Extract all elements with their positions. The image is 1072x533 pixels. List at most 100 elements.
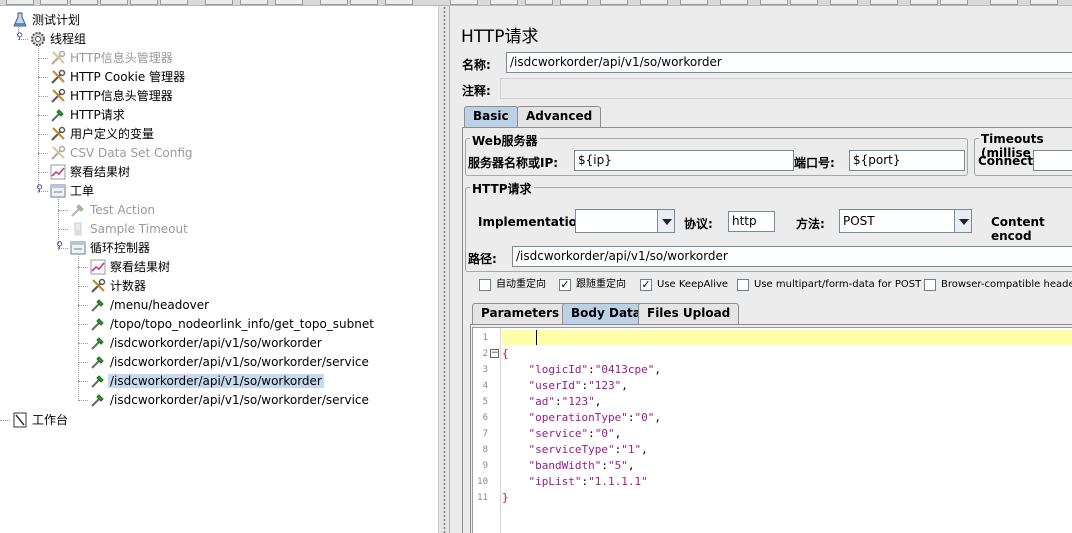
wrench-icon <box>50 69 66 85</box>
toolbar-button[interactable] <box>940 0 968 5</box>
subtab-parameters[interactable]: Parameters <box>472 303 569 324</box>
tree-node[interactable]: /isdcworkorder/api/v1/so/workorder <box>90 372 324 390</box>
content-encoding-label: Content encod <box>991 215 1045 243</box>
toolbar-button[interactable] <box>275 0 303 5</box>
tree-connector-line <box>78 400 88 401</box>
line-number: 6 <box>482 413 488 423</box>
tree-node-label: 计数器 <box>110 279 147 293</box>
toolbar-button[interactable] <box>240 0 268 5</box>
tree-expand-toggle-icon[interactable]: ⚲ <box>35 185 44 195</box>
port-field[interactable]: ${port} <box>849 150 965 171</box>
tree-node-label: CSV Data Set Config <box>70 146 193 160</box>
tree-node[interactable]: /isdcworkorder/api/v1/so/workorder/servi… <box>90 353 371 371</box>
toolbar-button[interactable] <box>1030 0 1058 5</box>
checkbox-box[interactable] <box>737 279 749 291</box>
toolbar-button[interactable] <box>205 0 233 5</box>
method-dropdown[interactable]: POST <box>839 209 972 233</box>
line-number: 2 <box>482 349 488 359</box>
tree-node-label: HTTP信息头管理器 <box>70 89 173 103</box>
tab-basic[interactable]: Basic <box>464 106 518 127</box>
tree-node[interactable]: 循环控制器 <box>70 239 152 257</box>
toolbar-button[interactable] <box>990 0 1018 5</box>
tree-node-label: HTTP Cookie 管理器 <box>70 70 186 84</box>
tree-expand-toggle-icon[interactable]: ⚲ <box>15 33 24 43</box>
toolbar-button[interactable] <box>910 0 938 5</box>
folder-icon <box>50 183 66 199</box>
toolbar-button[interactable] <box>870 0 898 5</box>
body-data-editor[interactable]: 1 2 3 4 5 6 7 8 9 10 11 − { "logicId":"0413cpe", "u… <box>472 327 1072 533</box>
protocol-field[interactable]: http <box>728 211 775 232</box>
tree-node[interactable]: /isdcworkorder/api/v1/so/workorder/servi… <box>90 391 371 409</box>
toolbar-button[interactable] <box>40 0 68 5</box>
toolbar-button[interactable] <box>130 0 158 5</box>
fold-toggle-icon[interactable]: − <box>490 349 499 358</box>
tree-node[interactable]: HTTP信息头管理器 <box>50 49 175 67</box>
tree-node[interactable]: 察看结果树 <box>50 163 132 181</box>
toolbar-button[interactable] <box>790 0 818 5</box>
tree-node[interactable]: /topo/topo_nodeorlink_info/get_topo_subn… <box>90 315 376 333</box>
toolbar-button[interactable] <box>490 0 518 5</box>
toolbar-button[interactable] <box>70 0 98 5</box>
toolbar-button[interactable] <box>385 0 413 5</box>
tree-node[interactable]: 线程组 <box>30 30 88 48</box>
tree-node[interactable]: HTTP Cookie 管理器 <box>50 68 187 86</box>
toolbar-button[interactable] <box>6 0 34 5</box>
implementation-dropdown[interactable] <box>575 209 675 233</box>
toolbar-button[interactable] <box>525 0 553 5</box>
checkbox-box[interactable] <box>479 279 491 291</box>
toolbar-button[interactable] <box>830 0 858 5</box>
subtab-body-data[interactable]: Body Data <box>562 303 650 324</box>
code-line: } <box>502 491 509 504</box>
tree-node[interactable]: /isdcworkorder/api/v1/so/workorder <box>90 334 324 352</box>
tree-node-label: 察看结果树 <box>70 165 131 179</box>
chevron-down-icon <box>954 210 971 232</box>
tree-node[interactable]: 测试计划 <box>12 11 82 29</box>
tree-node-workbench[interactable]: 工作台 <box>12 411 70 429</box>
tree-node[interactable]: Sample Timeout <box>70 220 190 238</box>
protocol-label: 协议: <box>684 217 713 231</box>
server-field[interactable]: ${ip} <box>574 150 794 171</box>
toolbar-button[interactable] <box>100 0 128 5</box>
toolbar-button[interactable] <box>160 0 188 5</box>
toolbar-button[interactable] <box>680 0 708 5</box>
tree-node[interactable]: HTTP信息头管理器 <box>50 87 175 105</box>
tree-node[interactable]: CSV Data Set Config <box>50 144 195 162</box>
toolbar-button[interactable] <box>450 0 478 5</box>
connect-label: Connect: <box>978 154 1038 168</box>
toolbar-button[interactable] <box>350 0 378 5</box>
pane-splitter[interactable] <box>438 6 450 533</box>
tree-node[interactable]: HTTP请求 <box>50 106 127 124</box>
toolbar-button[interactable] <box>560 0 588 5</box>
wrench-icon <box>50 88 66 104</box>
checkmark-icon[interactable]: ✓ <box>640 279 652 291</box>
subtab-files-upload[interactable]: Files Upload <box>638 303 740 324</box>
tree-node[interactable]: 计数器 <box>90 277 148 295</box>
comment-field[interactable] <box>500 78 1072 99</box>
path-field[interactable]: /isdcworkorder/api/v1/so/workorder <box>512 246 1072 267</box>
option-label: Use KeepAlive <box>657 279 729 290</box>
pipette-icon <box>90 392 106 408</box>
tab-advanced[interactable]: Advanced <box>517 106 602 127</box>
tree-node[interactable]: 察看结果树 <box>90 258 172 276</box>
tree-node[interactable]: /menu/headover <box>90 296 211 314</box>
toolbar-button[interactable] <box>720 0 748 5</box>
connect-field[interactable] <box>1033 150 1072 171</box>
tree-node[interactable]: 用户定义的变量 <box>50 125 156 143</box>
tree-node-label: /menu/headover <box>110 298 210 312</box>
toolbar-button[interactable] <box>760 0 788 5</box>
toolbar-button[interactable] <box>600 0 628 5</box>
tree-connector-line <box>78 305 88 306</box>
checkbox-box[interactable] <box>924 279 936 291</box>
checkmark-icon[interactable]: ✓ <box>559 279 571 291</box>
tree-node[interactable]: 工单 <box>50 182 96 200</box>
toolbar-button[interactable] <box>640 0 668 5</box>
toolbar-button[interactable] <box>320 0 348 5</box>
test-plan-tree[interactable]: 测试计划 ⚲ 线程组 HTTP信息头管理器 HTTP Cookie 管理器 HTTP信息头… <box>0 6 438 533</box>
tree-node[interactable]: Test Action <box>70 201 157 219</box>
current-line-highlight <box>502 330 1072 345</box>
tree-connector-line <box>38 115 48 116</box>
tree-node-label: 察看结果树 <box>110 260 171 274</box>
tree-expand-toggle-icon[interactable]: ⚲ <box>55 242 64 252</box>
name-field[interactable]: /isdcworkorder/api/v1/so/workorder <box>506 52 1072 73</box>
tree-connector-line <box>38 96 48 97</box>
